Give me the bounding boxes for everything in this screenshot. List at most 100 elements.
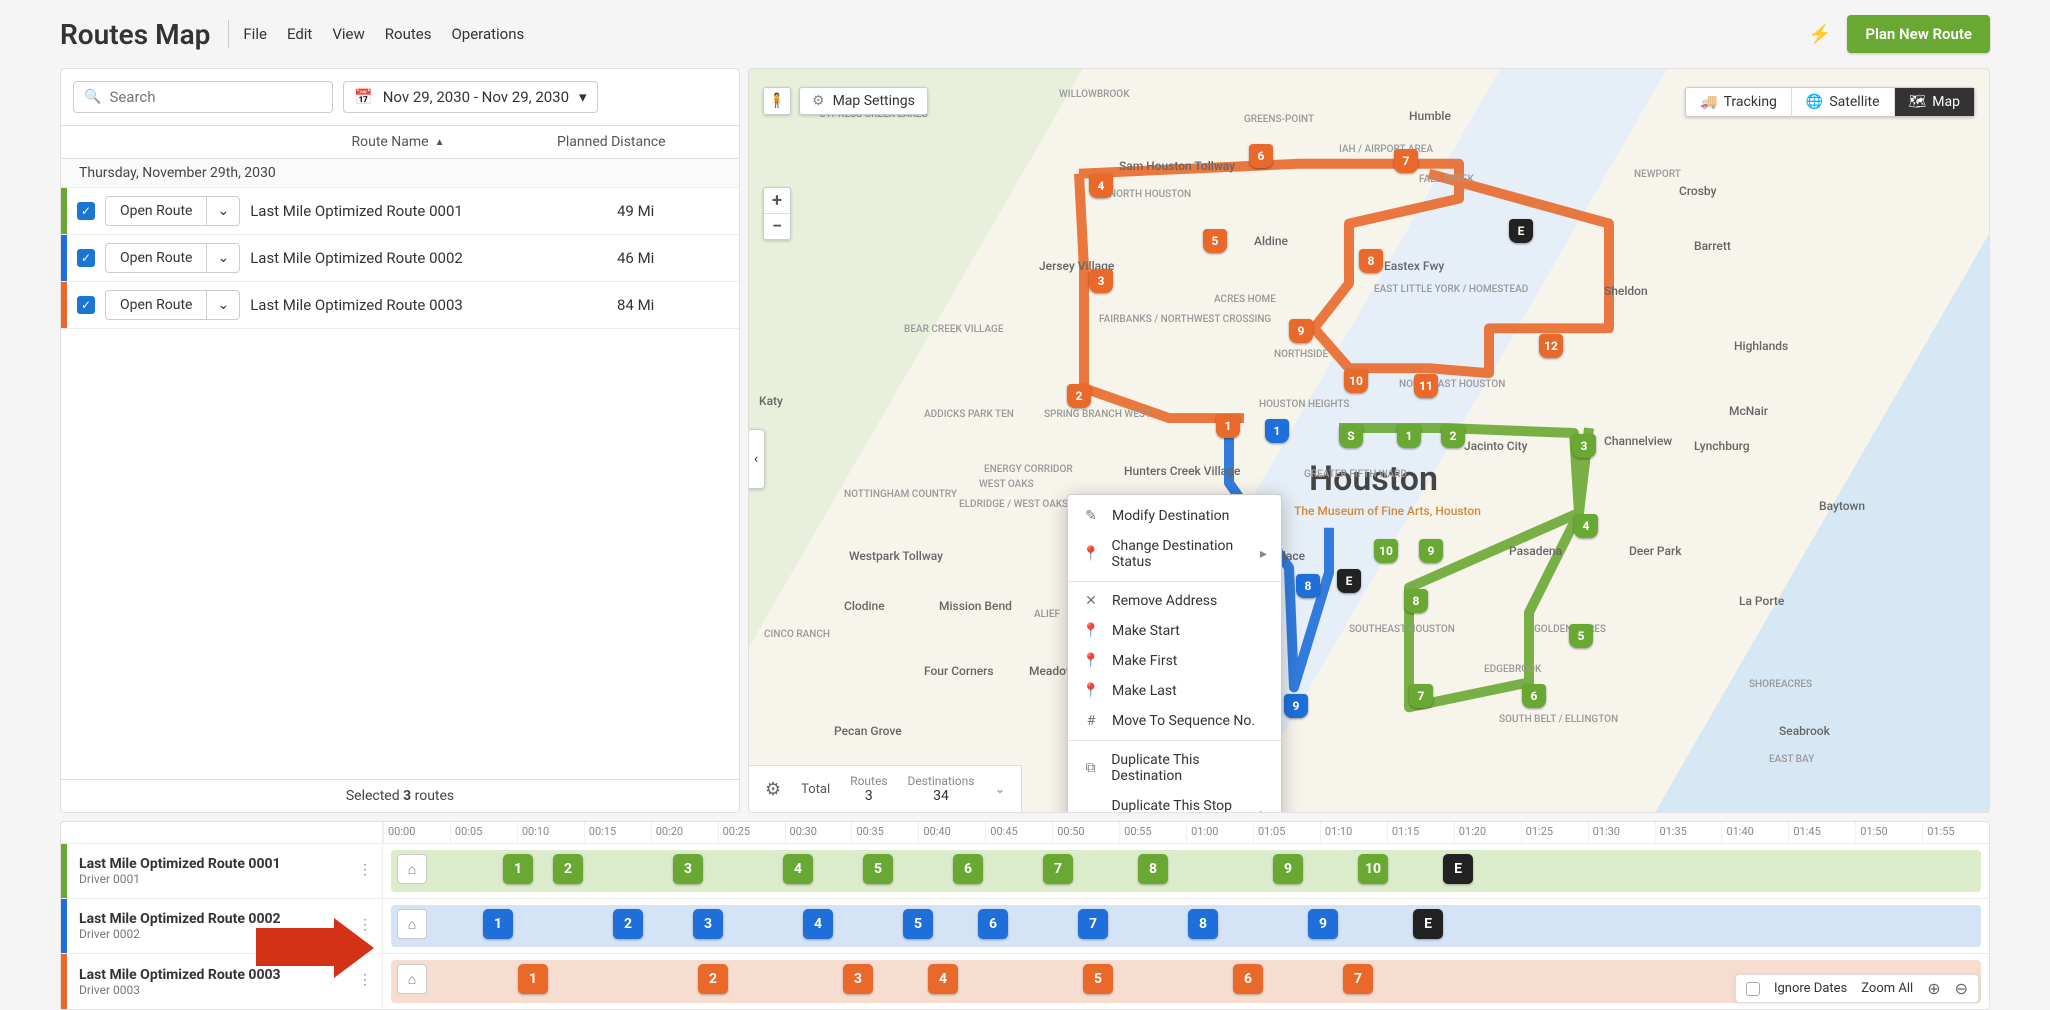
ctx-duplicate-destination[interactable]: ⧉Duplicate This Destination bbox=[1068, 745, 1281, 791]
map-marker[interactable]: 9 bbox=[1284, 694, 1308, 718]
caret-down-icon[interactable]: ⌄ bbox=[206, 197, 239, 225]
collapse-panel-button[interactable]: ‹ bbox=[748, 429, 765, 489]
col-planned-distance[interactable]: Planned Distance bbox=[557, 134, 727, 150]
timeline-stop[interactable]: 4 bbox=[783, 854, 813, 884]
map-marker[interactable]: E bbox=[1509, 219, 1533, 243]
map-marker[interactable]: 4 bbox=[1574, 514, 1598, 538]
home-icon[interactable]: ⌂ bbox=[397, 854, 427, 884]
menu-view[interactable]: View bbox=[332, 25, 364, 43]
timeline-stop[interactable]: 7 bbox=[1343, 964, 1373, 994]
menu-operations[interactable]: Operations bbox=[451, 25, 524, 43]
route-checkbox[interactable]: ✓ bbox=[77, 249, 95, 267]
ctx-make-first[interactable]: 📍Make First bbox=[1068, 646, 1281, 676]
map-panel[interactable]: Houston The Museum of Fine Arts, Houston… bbox=[748, 68, 1990, 813]
map-marker[interactable]: 1 bbox=[1397, 424, 1421, 448]
settings-icon[interactable]: ⚙ bbox=[765, 779, 781, 800]
map-marker[interactable]: 7 bbox=[1394, 149, 1418, 173]
timeline-stop[interactable]: 5 bbox=[903, 909, 933, 939]
timeline-stop[interactable]: 9 bbox=[1308, 909, 1338, 939]
col-route-name[interactable]: Route Name ▲ bbox=[239, 134, 557, 150]
mode-tracking[interactable]: 🚚Tracking bbox=[1686, 88, 1791, 116]
timeline-stop[interactable]: 3 bbox=[693, 909, 723, 939]
route-checkbox[interactable]: ✓ bbox=[77, 296, 95, 314]
timeline-stop[interactable]: 7 bbox=[1043, 854, 1073, 884]
map-marker[interactable]: 1 bbox=[1216, 414, 1240, 438]
open-route-button[interactable]: Open Route ⌄ bbox=[105, 290, 240, 320]
map-marker[interactable]: S bbox=[1339, 424, 1363, 448]
timeline-stop[interactable]: 3 bbox=[843, 964, 873, 994]
home-icon[interactable]: ⌂ bbox=[397, 964, 427, 994]
ignore-dates-checkbox[interactable] bbox=[1746, 982, 1760, 996]
menu-edit[interactable]: Edit bbox=[287, 25, 312, 43]
menu-file[interactable]: File bbox=[243, 25, 267, 43]
zoom-out-button[interactable]: − bbox=[764, 214, 790, 239]
timeline-stop[interactable]: 4 bbox=[928, 964, 958, 994]
zoom-in-icon[interactable]: ⊕ bbox=[1927, 979, 1940, 998]
timeline-stop[interactable]: 1 bbox=[518, 964, 548, 994]
ctx-make-last[interactable]: 📍Make Last bbox=[1068, 676, 1281, 706]
pegman-button[interactable]: 🧍 bbox=[763, 87, 791, 115]
timeline-stop[interactable]: 8 bbox=[1188, 909, 1218, 939]
map-marker[interactable]: 2 bbox=[1441, 424, 1465, 448]
ctx-remove-address[interactable]: ✕Remove Address bbox=[1068, 586, 1281, 616]
timeline-stop[interactable]: E bbox=[1443, 854, 1473, 884]
date-range-picker[interactable]: 📅 Nov 29, 2030 - Nov 29, 2030 ▾ bbox=[343, 81, 598, 113]
timeline-stop[interactable]: 2 bbox=[553, 854, 583, 884]
map-marker[interactable]: 9 bbox=[1289, 319, 1313, 343]
mode-satellite[interactable]: 🌐Satellite bbox=[1791, 88, 1894, 116]
route-row[interactable]: ✓ Open Route ⌄ Last Mile Optimized Route… bbox=[61, 188, 739, 235]
map-marker[interactable]: 1 bbox=[1265, 419, 1289, 443]
map-marker[interactable]: 4 bbox=[1089, 174, 1113, 198]
map-marker[interactable]: 5 bbox=[1203, 229, 1227, 253]
ctx-change-status[interactable]: 📍Change Destination Status▸ bbox=[1068, 531, 1281, 577]
map-settings-button[interactable]: ⚙ Map Settings bbox=[799, 87, 928, 115]
open-route-button[interactable]: Open Route ⌄ bbox=[105, 243, 240, 273]
caret-down-icon[interactable]: ⌄ bbox=[206, 244, 239, 272]
menu-routes[interactable]: Routes bbox=[385, 25, 432, 43]
search-box[interactable]: 🔍 bbox=[73, 81, 333, 113]
route-row[interactable]: ✓ Open Route ⌄ Last Mile Optimized Route… bbox=[61, 235, 739, 282]
map-marker[interactable]: E bbox=[1337, 569, 1361, 593]
chevron-down-icon[interactable]: ⌄ bbox=[994, 782, 1005, 797]
ctx-duplicate-stop-as[interactable]: Duplicate This Stop As▸ bbox=[1068, 791, 1281, 813]
timeline-stop[interactable]: 1 bbox=[503, 854, 533, 884]
timeline-stop[interactable]: E bbox=[1413, 909, 1443, 939]
map-marker[interactable]: 8 bbox=[1404, 589, 1428, 613]
map-marker[interactable]: 6 bbox=[1249, 144, 1273, 168]
ctx-modify-destination[interactable]: ✎Modify Destination bbox=[1068, 501, 1281, 531]
timeline-stop[interactable]: 4 bbox=[803, 909, 833, 939]
ctx-move-sequence[interactable]: #Move To Sequence No. bbox=[1068, 706, 1281, 736]
map-marker[interactable]: 10 bbox=[1344, 369, 1368, 393]
timeline-stop[interactable]: 3 bbox=[673, 854, 703, 884]
timeline-stop[interactable]: 2 bbox=[613, 909, 643, 939]
zoom-all-button[interactable]: Zoom All bbox=[1861, 981, 1913, 996]
open-route-button[interactable]: Open Route ⌄ bbox=[105, 196, 240, 226]
timeline-stop[interactable]: 7 bbox=[1078, 909, 1108, 939]
map-marker[interactable]: 8 bbox=[1296, 574, 1320, 598]
map-marker[interactable]: 2 bbox=[1067, 384, 1091, 408]
map-marker[interactable]: 3 bbox=[1089, 269, 1113, 293]
timeline-stop[interactable]: 5 bbox=[863, 854, 893, 884]
map-marker[interactable]: 6 bbox=[1522, 684, 1546, 708]
mode-map[interactable]: 🗺Map bbox=[1894, 88, 1974, 116]
timeline-stop[interactable]: 9 bbox=[1273, 854, 1303, 884]
timeline-track[interactable]: ⌂123456789E bbox=[383, 899, 1989, 953]
bolt-icon[interactable]: ⚡ bbox=[1809, 24, 1831, 45]
timeline-stop[interactable]: 1 bbox=[483, 909, 513, 939]
plan-new-route-button[interactable]: Plan New Route bbox=[1847, 15, 1990, 53]
row-menu-icon[interactable]: ⋮ bbox=[358, 862, 372, 878]
home-icon[interactable]: ⌂ bbox=[397, 909, 427, 939]
map-marker[interactable]: 9 bbox=[1419, 539, 1443, 563]
map-marker[interactable]: 11 bbox=[1414, 374, 1438, 398]
map-marker[interactable]: 3 bbox=[1572, 434, 1596, 458]
ctx-make-start[interactable]: 📍Make Start bbox=[1068, 616, 1281, 646]
map-marker[interactable]: 7 bbox=[1409, 684, 1433, 708]
zoom-in-button[interactable]: + bbox=[764, 188, 790, 214]
timeline-stop[interactable]: 8 bbox=[1138, 854, 1168, 884]
search-input[interactable] bbox=[109, 88, 322, 106]
route-checkbox[interactable]: ✓ bbox=[77, 202, 95, 220]
map-marker[interactable]: 12 bbox=[1539, 334, 1563, 358]
map-marker[interactable]: 10 bbox=[1374, 539, 1398, 563]
map-marker[interactable]: 8 bbox=[1359, 249, 1383, 273]
timeline-stop[interactable]: 6 bbox=[953, 854, 983, 884]
